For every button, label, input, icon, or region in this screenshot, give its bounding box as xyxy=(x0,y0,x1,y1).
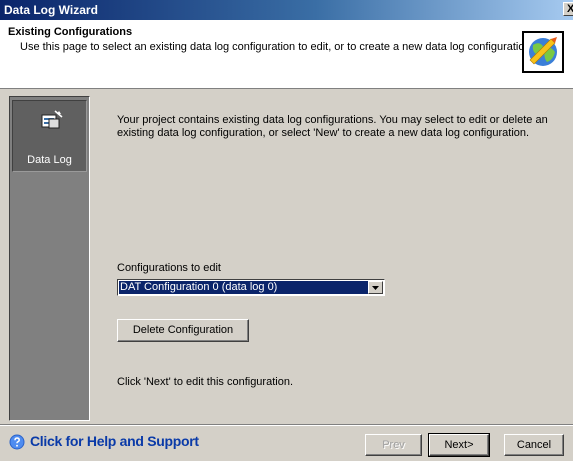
page-description: Use this page to select an existing data… xyxy=(20,41,534,53)
close-button[interactable]: X xyxy=(563,2,573,16)
selected-configuration[interactable]: DAT Configuration 0 (data log 0) xyxy=(119,281,368,294)
intro-text: Your project contains existing data log … xyxy=(117,114,548,139)
window-title: Data Log Wizard xyxy=(4,3,98,17)
hint-text: Click 'Next' to edit this configuration. xyxy=(117,376,293,388)
sidebar-item-label: Data Log xyxy=(27,154,72,166)
dropdown-arrow-icon[interactable] xyxy=(368,281,383,294)
wizard-content: Your project contains existing data log … xyxy=(92,96,564,421)
help-support-label[interactable]: Click for Help and Support xyxy=(30,433,199,449)
page-title: Existing Configurations xyxy=(8,26,133,38)
next-button[interactable]: Next> xyxy=(428,433,490,457)
configurations-label: Configurations to edit xyxy=(117,262,221,274)
wizard-sidebar: Data Log xyxy=(9,96,90,421)
data-log-icon xyxy=(40,109,64,133)
delete-configuration-button[interactable]: Delete Configuration xyxy=(117,319,249,342)
wizard-globe-icon xyxy=(522,31,564,73)
help-icon[interactable] xyxy=(9,434,25,450)
sidebar-item-data-log[interactable]: Data Log xyxy=(12,100,87,172)
footer-separator xyxy=(0,424,573,426)
wizard-header: Existing Configurations Use this page to… xyxy=(0,20,573,89)
cancel-button[interactable]: Cancel xyxy=(504,434,564,456)
prev-button: Prev xyxy=(365,434,422,456)
configurations-select[interactable]: DAT Configuration 0 (data log 0) xyxy=(117,279,385,296)
title-bar: Data Log Wizard X xyxy=(0,0,573,20)
